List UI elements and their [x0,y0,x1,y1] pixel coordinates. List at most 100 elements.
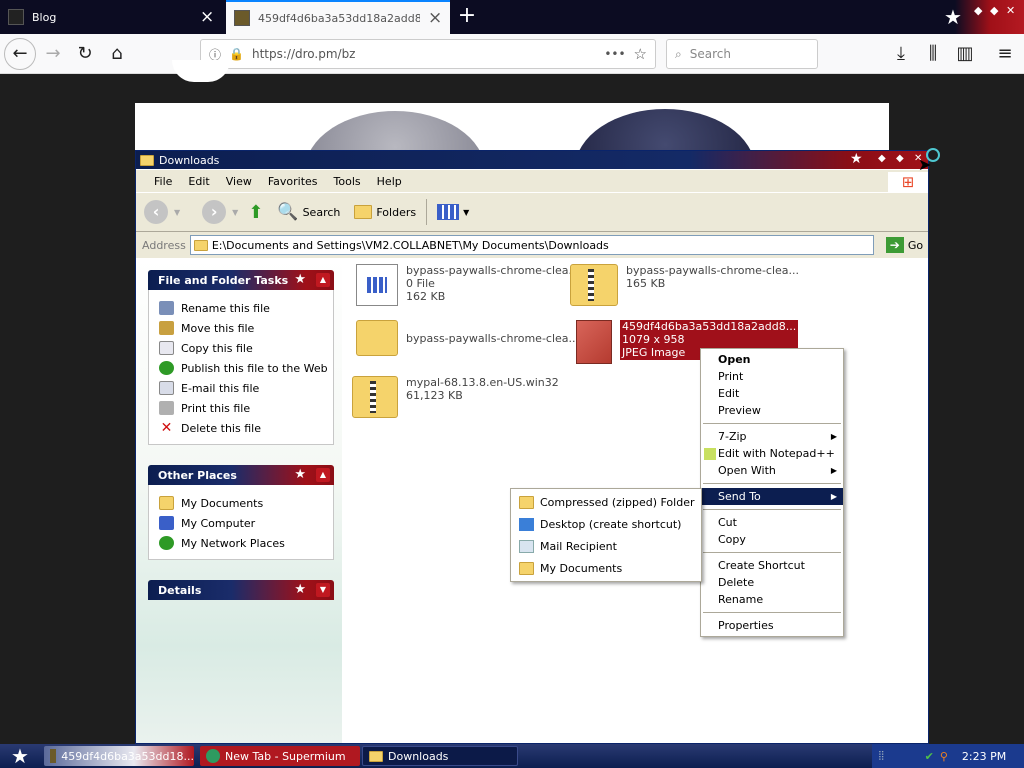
close-tab-icon[interactable]: × [428,8,442,28]
printer-icon [159,401,174,415]
details-header[interactable]: Details ★ ▼ [148,580,334,600]
menu-7zip[interactable]: 7-Zip ▶ [701,428,843,445]
menu-edit[interactable]: Edit [180,175,217,188]
panel-title: File and Folder Tasks [158,273,289,287]
taskbar-item-supermium[interactable]: New Tab - Supermium [200,746,360,766]
downloads-icon[interactable]: ⤓ [886,40,916,68]
home-icon[interactable]: ⌂ [102,40,132,68]
menu-copy[interactable]: Copy [701,531,843,548]
file-name: mypal-68.13.8.en-US.win32 [406,376,559,389]
tab-title: 459df4d6ba3a53dd18a2add84c0 [258,11,420,25]
menu-edit[interactable]: Edit [701,385,843,402]
submenu-arrow-icon: ▶ [830,466,837,475]
taskbar-item-downloads[interactable]: Downloads [362,746,518,766]
file-name: bypass-paywalls-chrome-clea... [406,264,580,277]
menu-open[interactable]: Open [701,351,843,368]
folders-button[interactable]: Folders [350,205,420,219]
forward-button[interactable]: › [202,200,227,224]
item-label: Downloads [388,749,449,763]
bookmark-star-icon[interactable]: ☆ [634,45,647,63]
up-folder-button[interactable]: ⬆ [244,202,267,223]
file-item[interactable]: bypass-paywalls-chrome-clea... 165 KB [570,264,799,306]
menu-open-with[interactable]: Open With ▶ [701,462,843,479]
maximize-button[interactable]: ◆ [990,4,998,17]
back-button[interactable]: ‹ [144,200,168,224]
email-file-link[interactable]: E-mail this file [159,378,333,398]
menu-view[interactable]: View [218,175,260,188]
expand-icon[interactable]: ▼ [316,583,330,597]
my-network-places-link[interactable]: My Network Places [159,533,333,553]
url-text[interactable]: https://dro.pm/bz [252,47,596,61]
explorer-titlebar[interactable]: Downloads ★ ◆ ◆ ✕ [136,151,928,169]
minimize-button[interactable]: ◆ [878,153,886,164]
forward-button[interactable]: → [38,40,68,68]
menu-properties[interactable]: Properties [701,617,843,634]
back-button[interactable]: ← [4,38,36,70]
taskbar-item-image[interactable]: 459df4d6ba3a53dd18... [44,746,194,766]
menu-rename[interactable]: Rename [701,591,843,608]
url-bar[interactable]: ⓘ 🔒 https://dro.pm/bz ••• ☆ [200,39,656,69]
views-button[interactable]: ▼ [433,204,473,220]
menu-send-to[interactable]: Send To ▶ [701,488,843,505]
file-item[interactable]: bypass-paywalls-chrome-clea... 0 File 162 … [356,264,579,306]
star-icon: ★ [944,5,962,29]
address-field[interactable]: E:\Documents and Settings\VM2.COLLABNET\… [189,235,874,255]
file-tasks-header[interactable]: File and Folder Tasks ★ ▲ [148,270,334,290]
address-text[interactable]: E:\Documents and Settings\VM2.COLLABNET\… [212,239,609,252]
menu-print[interactable]: Print [701,368,843,385]
menu-delete[interactable]: Delete [701,574,843,591]
windows-logo-icon: ⊞ [888,172,928,192]
menu-cut[interactable]: Cut [701,514,843,531]
minimize-button[interactable]: ◆ [974,4,982,17]
menu-tools[interactable]: Tools [326,175,369,188]
page-actions-icon[interactable]: ••• [604,47,625,61]
back-dropdown-icon[interactable]: ▼ [174,208,180,217]
menu-separator [703,612,841,613]
send-to-my-documents[interactable]: My Documents [511,557,701,579]
file-item[interactable]: mypal-68.13.8.en-US.win32 61,123 KB [352,376,559,418]
search-button[interactable]: 🔍 Search [273,202,344,222]
collapse-icon[interactable]: ▲ [316,468,330,482]
move-file-link[interactable]: Move this file [159,318,333,338]
search-input[interactable]: ⌕ Search [666,39,818,69]
rename-file-link[interactable]: Rename this file [159,298,333,318]
file-item[interactable]: bypass-paywalls-chrome-clea... [356,320,579,356]
start-button[interactable]: ★ [0,744,40,768]
menu-edit-notepadpp[interactable]: Edit with Notepad++ [701,445,843,462]
collapse-icon[interactable]: ▲ [316,273,330,287]
close-window-button[interactable]: ✕ [1006,4,1015,17]
busy-spinner-icon [926,148,940,162]
menu-create-shortcut[interactable]: Create Shortcut [701,557,843,574]
go-button[interactable]: ➔ Go [878,237,923,253]
tab-image[interactable]: 459df4d6ba3a53dd18a2add84c0 × [226,0,450,34]
menu-favorites[interactable]: Favorites [260,175,326,188]
new-tab-button[interactable]: + [454,3,480,29]
maximize-button[interactable]: ◆ [896,153,904,164]
desktop-icon [519,517,534,531]
forward-dropdown-icon[interactable]: ▼ [232,208,238,217]
tab-blog[interactable]: Blog × [0,0,222,34]
folders-label: Folders [376,205,417,219]
close-tab-icon[interactable]: × [200,7,214,27]
copy-file-link[interactable]: Copy this file [159,338,333,358]
menu-preview[interactable]: Preview [701,402,843,419]
print-file-link[interactable]: Print this file [159,398,333,418]
clock[interactable]: 2:23 PM [962,750,1006,763]
send-to-mail-recipient[interactable]: Mail Recipient [511,535,701,557]
search-tray-icon[interactable]: ⚲ [940,750,948,763]
send-to-compressed-folder[interactable]: Compressed (zipped) Folder [511,491,701,513]
my-documents-link[interactable]: My Documents [159,493,333,513]
send-to-desktop[interactable]: Desktop (create shortcut) [511,513,701,535]
library-icon[interactable]: ⫼ [918,40,948,68]
star-icon: ★ [294,467,306,482]
my-computer-link[interactable]: My Computer [159,513,333,533]
other-places-header[interactable]: Other Places ★ ▲ [148,465,334,485]
sidebar-icon[interactable]: ▥ [950,40,980,68]
delete-file-link[interactable]: ✕ Delete this file [159,418,333,438]
menu-file[interactable]: File [146,175,180,188]
network-tray-icon[interactable]: ✔ [925,750,934,763]
publish-web-link[interactable]: Publish this file to the Web [159,358,333,378]
reload-button[interactable]: ↻ [70,40,100,68]
menu-help[interactable]: Help [369,175,410,188]
menu-icon[interactable]: ≡ [990,40,1020,68]
